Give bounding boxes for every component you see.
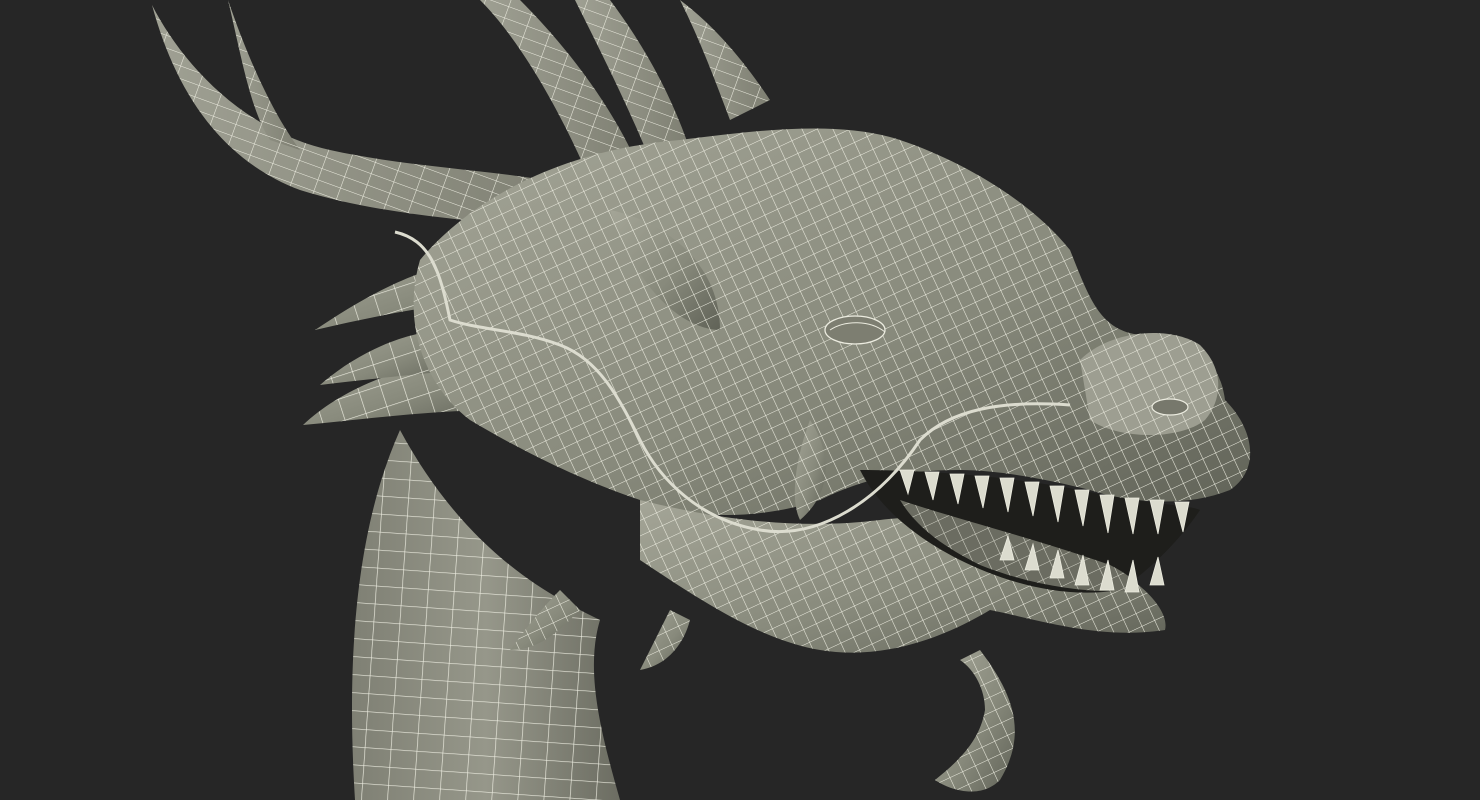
render-viewport — [0, 0, 1480, 800]
snout — [1080, 333, 1219, 435]
nostril — [1151, 398, 1189, 416]
chin-tendril — [935, 650, 1015, 792]
eye — [824, 315, 886, 345]
dragon-render — [152, 0, 1251, 800]
neck — [352, 430, 620, 800]
